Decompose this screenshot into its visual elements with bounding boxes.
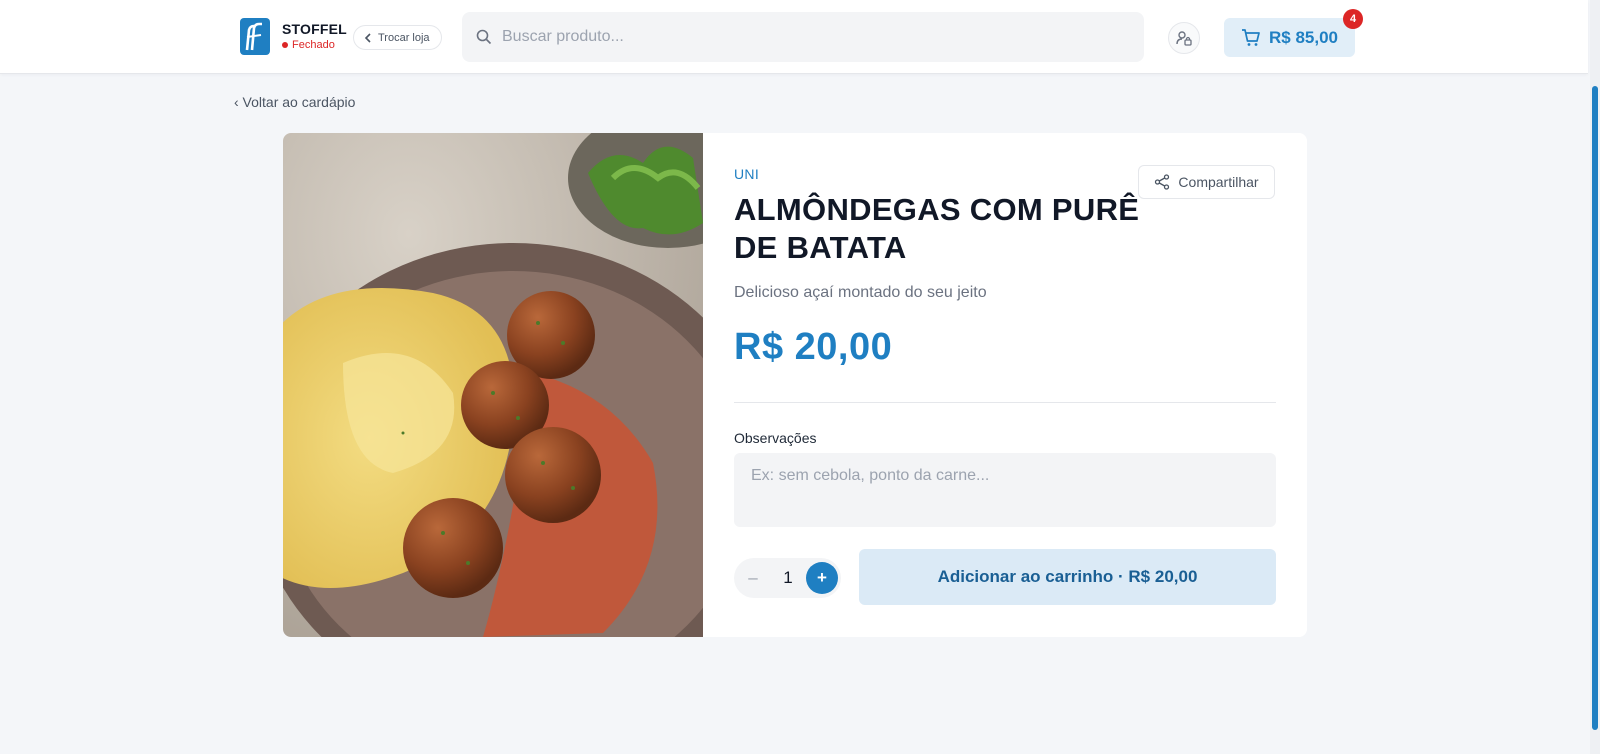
top-bar: STOFFEL Fechado Trocar loja R$ 85,00 4 — [0, 0, 1588, 74]
cart-button[interactable]: R$ 85,00 — [1224, 18, 1355, 57]
quantity-increase-button[interactable]: + — [806, 562, 838, 594]
share-button[interactable]: Compartilhar — [1138, 165, 1275, 199]
quantity-stepper: – 1 + — [734, 558, 841, 598]
product-unit: UNI — [734, 166, 760, 182]
cart-total: R$ 85,00 — [1269, 27, 1338, 47]
search-bar[interactable] — [462, 12, 1144, 62]
store-status-label: Fechado — [292, 39, 335, 51]
search-input[interactable] — [502, 28, 1102, 46]
store-info: STOFFEL Fechado — [282, 21, 347, 51]
user-account-button[interactable] — [1168, 22, 1200, 54]
product-price: R$ 20,00 — [734, 326, 893, 368]
switch-store-button[interactable]: Trocar loja — [353, 25, 442, 50]
shopping-cart-icon — [1242, 28, 1260, 46]
switch-store-label: Trocar loja — [378, 31, 430, 44]
product-description: Delicioso açaí montado do seu jeito — [734, 284, 987, 301]
status-dot-icon — [282, 42, 288, 48]
notes-label: Observações — [734, 430, 817, 446]
divider — [734, 402, 1276, 403]
scrollbar-thumb[interactable] — [1592, 86, 1598, 730]
user-lock-icon — [1176, 31, 1192, 46]
share-label: Compartilhar — [1178, 174, 1259, 190]
notes-field[interactable] — [734, 453, 1276, 527]
cart-count-badge: 4 — [1343, 9, 1363, 29]
search-icon — [476, 29, 492, 45]
product-image — [283, 133, 703, 637]
quantity-decrease-button[interactable]: – — [734, 558, 772, 598]
brand-logo-icon[interactable] — [240, 18, 270, 55]
product-details: UNI Compartilhar ALMÔNDEGAS COM PURÊ DE … — [734, 133, 1276, 637]
store-status: Fechado — [282, 39, 347, 51]
product-card: UNI Compartilhar ALMÔNDEGAS COM PURÊ DE … — [283, 133, 1307, 637]
store-name: STOFFEL — [282, 21, 347, 37]
chevron-left-icon — [364, 32, 371, 43]
share-icon — [1155, 174, 1170, 190]
add-to-cart-button[interactable]: Adicionar ao carrinho · R$ 20,00 — [859, 549, 1276, 605]
quantity-value: 1 — [783, 568, 793, 587]
scrollbar[interactable] — [1590, 0, 1600, 754]
back-to-menu-link[interactable]: ‹ Voltar ao cardápio — [234, 94, 355, 110]
product-title: ALMÔNDEGAS COM PURÊ DE BATATA — [734, 192, 1140, 265]
